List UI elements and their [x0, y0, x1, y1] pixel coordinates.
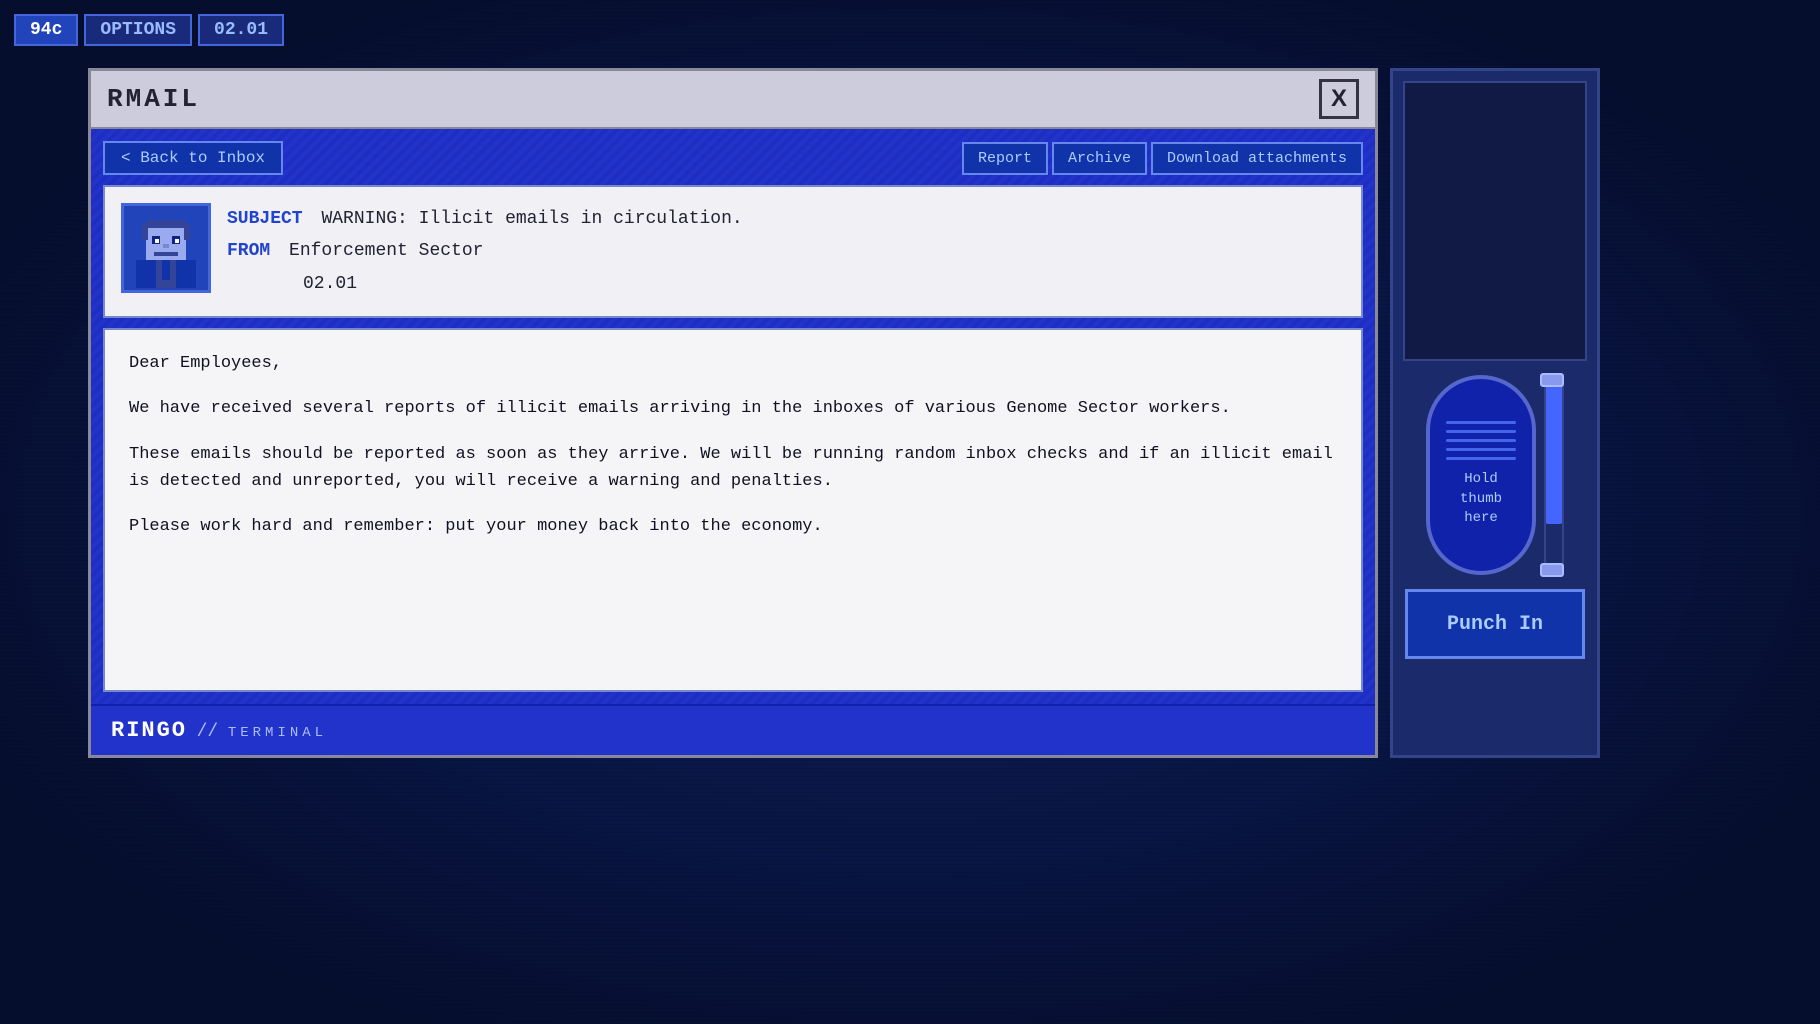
window-footer: RINGO // TERMINAL: [91, 704, 1375, 755]
brand-slash: //: [197, 722, 219, 742]
right-panel: Hold thumb here Punch In: [1390, 68, 1600, 758]
window-title: RMAIL: [107, 84, 200, 114]
thumb-lines: [1446, 421, 1516, 460]
from-date-row: 02.01: [227, 268, 1345, 300]
thumb-line-5: [1446, 457, 1516, 460]
action-bar: < Back to Inbox Report Archive Download …: [103, 141, 1363, 175]
slider-top-cap: [1540, 373, 1564, 387]
from-row: FROM Enforcement Sector: [227, 235, 1345, 267]
brand-terminal: TERMINAL: [228, 725, 327, 741]
action-buttons-group: Report Archive Download attachments: [962, 142, 1363, 175]
report-button[interactable]: Report: [962, 142, 1048, 175]
rmail-window: RMAIL X < Back to Inbox Report Archive D…: [88, 68, 1378, 758]
close-button[interactable]: X: [1319, 79, 1359, 119]
subject-text: WARNING: Illicit emails in circulation.: [321, 209, 742, 229]
brand-name: RINGO: [111, 718, 187, 743]
window-titlebar: RMAIL X: [91, 71, 1375, 129]
right-panel-display: [1403, 81, 1587, 361]
email-header: SUBJECT WARNING: Illicit emails in circu…: [103, 185, 1363, 318]
thumb-line-4: [1446, 448, 1516, 451]
thumb-line-2: [1446, 430, 1516, 433]
body-paragraph-3: Please work hard and remember: put your …: [129, 513, 1337, 540]
from-label: FROM: [227, 241, 270, 261]
punch-in-button[interactable]: Punch In: [1405, 589, 1585, 659]
top-bar: 94c OPTIONS 02.01: [14, 14, 284, 46]
download-attachments-button[interactable]: Download attachments: [1151, 142, 1363, 175]
body-paragraph-0: Dear Employees,: [129, 350, 1337, 377]
from-date: 02.01: [303, 274, 357, 294]
email-content-area: < Back to Inbox Report Archive Download …: [91, 129, 1375, 704]
subject-row: SUBJECT WARNING: Illicit emails in circu…: [227, 203, 1345, 235]
thumb-line-3: [1446, 439, 1516, 442]
email-metadata: SUBJECT WARNING: Illicit emails in circu…: [227, 203, 1345, 300]
from-name: Enforcement Sector: [289, 241, 483, 261]
email-body[interactable]: Dear Employees, We have received several…: [103, 328, 1363, 692]
slider-track[interactable]: [1544, 375, 1564, 575]
subject-label: SUBJECT: [227, 209, 303, 229]
thumb-label: Hold thumb here: [1460, 470, 1502, 529]
body-paragraph-1: We have received several reports of illi…: [129, 395, 1337, 422]
slider-fill: [1546, 377, 1562, 524]
options-button[interactable]: OPTIONS: [84, 14, 192, 46]
body-paragraph-2: These emails should be reported as soon …: [129, 441, 1337, 495]
email-body-text: Dear Employees, We have received several…: [129, 350, 1337, 540]
thumb-pad-inner: Hold thumb here: [1446, 421, 1516, 529]
thumb-pad[interactable]: Hold thumb here: [1426, 375, 1536, 575]
back-to-inbox-button[interactable]: < Back to Inbox: [103, 141, 283, 175]
time-display: 02.01: [198, 14, 284, 46]
thumb-container: Hold thumb here: [1426, 375, 1564, 575]
sender-avatar: [121, 203, 211, 293]
archive-button[interactable]: Archive: [1052, 142, 1147, 175]
currency-display: 94c: [14, 14, 78, 46]
slider-bottom-cap: [1540, 563, 1564, 577]
thumb-line-1: [1446, 421, 1516, 424]
thumb-panel: Hold thumb here: [1403, 375, 1587, 575]
